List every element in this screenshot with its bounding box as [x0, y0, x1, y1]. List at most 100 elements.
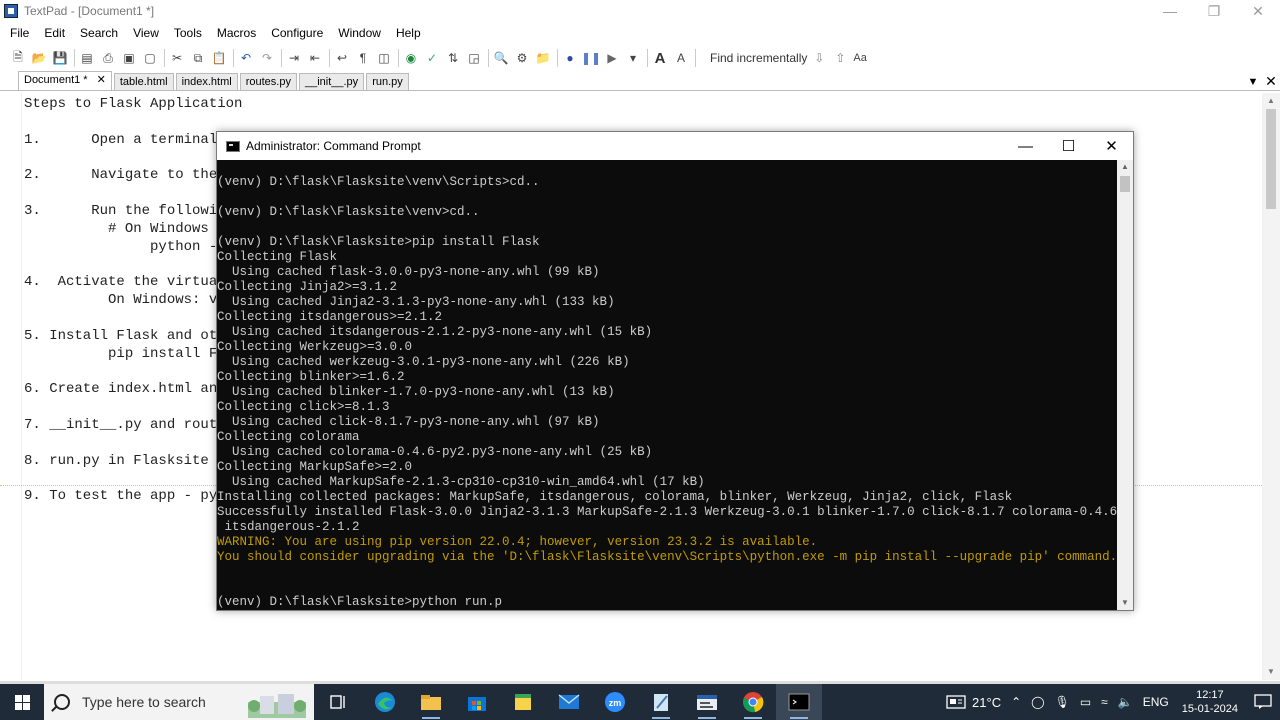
mail-button[interactable]	[546, 684, 592, 720]
paste-icon[interactable]: 📋	[211, 50, 227, 66]
taskbar-clock[interactable]: 12:17 15-01-2024	[1182, 688, 1238, 716]
notepad-icon	[654, 694, 668, 711]
console-vertical-scrollbar[interactable]: ▲ ▼	[1117, 160, 1133, 610]
chrome-button[interactable]	[730, 684, 776, 720]
word-wrap-icon[interactable]: ↩	[334, 50, 350, 66]
menu-tools[interactable]: Tools	[174, 24, 202, 42]
zoom-button[interactable]: zm	[592, 684, 638, 720]
match-case-button[interactable]: Aa	[853, 50, 866, 66]
record-macro-icon[interactable]: ●	[562, 50, 578, 66]
sort-icon[interactable]: ⇅	[445, 50, 461, 66]
notification-center-button[interactable]	[1246, 684, 1280, 720]
taskbar-search-box[interactable]: Type here to search	[44, 684, 314, 720]
cmd-minimize-button[interactable]: —	[1004, 132, 1047, 160]
scroll-down-arrow-icon[interactable]: ▼	[1117, 596, 1133, 610]
textpad-menubar: File Edit Search View Tools Macros Confi…	[0, 22, 1280, 44]
task-view-button[interactable]	[316, 684, 362, 720]
sticky-notes-button[interactable]	[500, 684, 546, 720]
tab-table-html[interactable]: table.html	[113, 73, 174, 90]
command-prompt-titlebar[interactable]: Administrator: Command Prompt — ☐ ✕	[217, 132, 1133, 160]
find-in-files-icon[interactable]: 📁	[535, 50, 551, 66]
show-hidden-icons-icon[interactable]: ⌃	[1011, 695, 1021, 709]
scroll-up-arrow-icon[interactable]: ▲	[1262, 93, 1280, 109]
document-properties-icon[interactable]: ▤	[79, 50, 95, 66]
weather-widget[interactable]: 21°C	[946, 695, 1001, 710]
close-tab-icon[interactable]: ✕	[97, 74, 106, 86]
wifi-icon[interactable]: ≈	[1101, 695, 1108, 709]
split-window-icon[interactable]: ◫	[376, 50, 392, 66]
find-previous-up-icon[interactable]: ⇧	[832, 50, 848, 66]
tab-run-py[interactable]: run.py	[366, 73, 409, 90]
textpad-minimize-button[interactable]: —	[1148, 0, 1192, 22]
edge-browser-button[interactable]	[362, 684, 408, 720]
textpad-restore-button[interactable]: ❐	[1192, 0, 1236, 22]
cut-icon[interactable]: ✂	[169, 50, 185, 66]
close-document-icon[interactable]: ✕	[1262, 73, 1280, 90]
scroll-down-arrow-icon[interactable]: ▼	[1262, 664, 1280, 680]
decrease-font-icon[interactable]: A	[673, 50, 689, 66]
tab-routes-py[interactable]: routes.py	[239, 73, 297, 90]
new-file-icon[interactable]: 🗎	[10, 50, 26, 66]
find-icon[interactable]: 🔍	[493, 50, 509, 66]
play-macro-icon[interactable]: ▶	[604, 50, 620, 66]
menu-configure[interactable]: Configure	[271, 24, 323, 42]
compare-files-icon[interactable]: ◲	[466, 50, 482, 66]
editor-vertical-scrollbar[interactable]: ▲ ▼	[1262, 93, 1280, 680]
menu-help[interactable]: Help	[396, 24, 421, 42]
find-next-down-icon[interactable]: ⇩	[811, 50, 827, 66]
console-line: Collecting click>=8.1.3	[217, 400, 390, 414]
menu-file[interactable]: File	[10, 24, 29, 42]
find-incrementally-field[interactable]: Find incrementally	[706, 49, 811, 67]
scrollbar-thumb[interactable]	[1266, 109, 1276, 209]
menu-search[interactable]: Search	[80, 24, 118, 42]
paragraph-icon[interactable]: ¶	[355, 50, 371, 66]
open-folder-icon[interactable]: 📂	[31, 50, 47, 66]
redo-icon[interactable]: ↷	[259, 50, 275, 66]
scroll-up-arrow-icon[interactable]: ▲	[1117, 160, 1133, 174]
cmd-close-button[interactable]: ✕	[1090, 132, 1133, 160]
command-prompt-console[interactable]: (venv) D:\flask\Flasksite\venv\Scripts>c…	[217, 160, 1117, 610]
start-button[interactable]	[0, 684, 44, 720]
frame-icon[interactable]: ▢	[142, 50, 158, 66]
textpad-toolbar: 🗎 📂 💾 ▤ ⎙ ▣ ▢ ✂ ⧉ 📋 ↶ ↷ ⇥ ⇤ ↩ ¶ ◫ ◉ ✓ ⇅ …	[0, 45, 1280, 71]
replace-icon[interactable]: ⚙	[514, 50, 530, 66]
microphone-icon[interactable]: 🎙	[1055, 695, 1070, 709]
toolbar-divider	[233, 49, 234, 67]
command-prompt-taskbar-button[interactable]	[776, 684, 822, 720]
undo-icon[interactable]: ↶	[238, 50, 254, 66]
meet-now-icon[interactable]: ◯	[1031, 695, 1044, 709]
save-icon[interactable]: 💾	[52, 50, 68, 66]
menu-window[interactable]: Window	[338, 24, 381, 42]
web-browser-icon[interactable]: ◉	[403, 50, 419, 66]
tab-init-py[interactable]: __init__.py	[298, 73, 365, 90]
battery-icon[interactable]: ▭	[1080, 695, 1091, 709]
textpad-close-button[interactable]: ✕	[1236, 0, 1280, 22]
cmd-maximize-button[interactable]: ☐	[1047, 132, 1090, 160]
pause-macro-icon[interactable]: ❚❚	[581, 50, 601, 66]
menu-macros[interactable]: Macros	[217, 24, 256, 42]
outdent-icon[interactable]: ⇤	[307, 50, 323, 66]
copy-icon[interactable]: ⧉	[190, 50, 206, 66]
toolbar-overflow-icon[interactable]: ▾	[625, 50, 641, 66]
notepad-button[interactable]	[638, 684, 684, 720]
menu-edit[interactable]: Edit	[44, 24, 65, 42]
tab-document1[interactable]: Document1 * ✕	[18, 71, 112, 90]
print-preview-icon[interactable]: ▣	[121, 50, 137, 66]
console-line: (venv) D:\flask\Flasksite\venv\Scripts>c…	[217, 175, 540, 189]
textpad-taskbar-button[interactable]	[684, 684, 730, 720]
indent-icon[interactable]: ⇥	[286, 50, 302, 66]
microsoft-store-button[interactable]	[454, 684, 500, 720]
menu-view[interactable]: View	[133, 24, 159, 42]
print-icon[interactable]: ⎙	[100, 50, 116, 66]
tab-list-dropdown-icon[interactable]: ▼	[1244, 76, 1262, 88]
scrollbar-thumb[interactable]	[1120, 176, 1130, 192]
volume-icon[interactable]: 🔈	[1118, 695, 1133, 709]
console-prompt-line[interactable]: (venv) D:\flask\Flasksite>python run.p	[217, 595, 502, 610]
tab-index-html[interactable]: index.html	[175, 73, 238, 90]
command-prompt-window[interactable]: Administrator: Command Prompt — ☐ ✕ (ven…	[216, 131, 1134, 611]
toolbar-divider	[329, 49, 330, 67]
input-language-indicator[interactable]: ENG	[1143, 695, 1169, 709]
spelling-check-icon[interactable]: ✓	[424, 50, 440, 66]
file-explorer-button[interactable]	[408, 684, 454, 720]
increase-font-icon[interactable]: A	[652, 50, 668, 67]
